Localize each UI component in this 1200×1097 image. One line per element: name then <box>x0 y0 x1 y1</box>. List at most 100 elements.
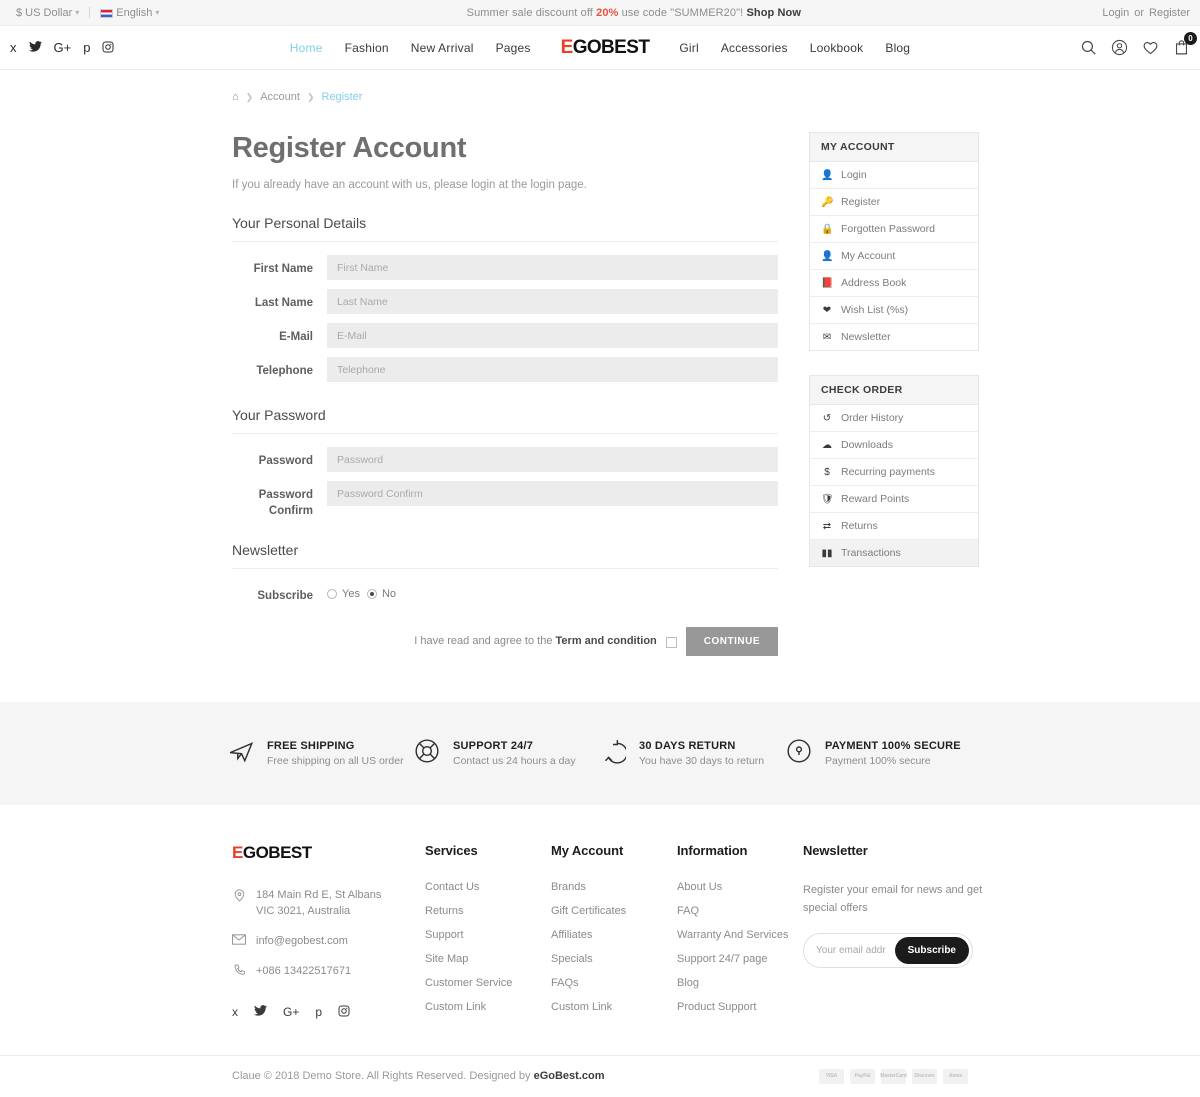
sidebar-item-label: Recurring payments <box>841 466 935 478</box>
footer-link[interactable]: Contact Us <box>425 881 551 893</box>
instagram-icon[interactable] <box>338 1005 350 1020</box>
nav-item-fashion[interactable]: Fashion <box>345 41 389 55</box>
footer-link[interactable]: Returns <box>425 905 551 917</box>
flag-icon <box>100 9 113 18</box>
radio-no-indicator[interactable] <box>367 589 377 599</box>
footer-link[interactable]: Specials <box>551 953 677 965</box>
nav-item-new-arrival[interactable]: New Arrival <box>411 41 474 55</box>
password-confirm-input[interactable] <box>327 481 778 506</box>
footer-email-text[interactable]: info@egobest.com <box>256 933 348 950</box>
footer-link[interactable]: About Us <box>677 881 803 893</box>
footer-link[interactable]: Custom Link <box>425 1001 551 1013</box>
designer-link[interactable]: eGoBest.com <box>534 1070 605 1082</box>
pinterest-icon[interactable]: p <box>315 1005 322 1020</box>
nav-item-accessories[interactable]: Accessories <box>721 41 788 55</box>
sidebar-item-reward-points[interactable]: 🛡 Reward Points <box>810 486 978 513</box>
sidebar-item-downloads[interactable]: ☁ Downloads <box>810 432 978 459</box>
password-input[interactable] <box>327 447 778 472</box>
sidebar-item-label: Register <box>841 196 880 208</box>
nav-item-lookbook[interactable]: Lookbook <box>810 41 864 55</box>
currency-selector[interactable]: $ US Dollar ▾ <box>10 7 85 19</box>
footer-column-information: Information About Us FAQ Warranty And Se… <box>677 843 803 1025</box>
account-icon[interactable] <box>1111 39 1128 56</box>
wishlist-heart-icon[interactable] <box>1142 39 1159 56</box>
language-selector[interactable]: English ▾ <box>94 7 165 19</box>
search-icon[interactable] <box>1080 39 1097 56</box>
breadcrumb-item-account[interactable]: Account <box>260 91 300 103</box>
nav-item-blog[interactable]: Blog <box>885 41 910 55</box>
footer-link[interactable]: FAQ <box>677 905 803 917</box>
nav-item-girl[interactable]: Girl <box>679 41 698 55</box>
pinterest-icon[interactable]: p <box>83 41 90 54</box>
dollar-icon: $ <box>821 467 833 478</box>
service-text: FREE SHIPPING Free shipping on all US or… <box>267 740 404 767</box>
newsletter-form: Subscribe <box>803 933 973 968</box>
footer-link[interactable]: Custom Link <box>551 1001 677 1013</box>
email-input[interactable] <box>327 323 778 348</box>
envelope-icon <box>232 933 246 951</box>
radio-yes-indicator[interactable] <box>327 589 337 599</box>
footer-link[interactable]: Product Support <box>677 1001 803 1013</box>
instagram-icon[interactable] <box>102 41 114 55</box>
footer-link[interactable]: Support <box>425 929 551 941</box>
twitter-icon[interactable] <box>29 41 42 54</box>
sidebar-item-forgotten-password[interactable]: 🔒 Forgotten Password <box>810 216 978 243</box>
service-free-shipping: FREE SHIPPING Free shipping on all US or… <box>228 738 414 769</box>
site-logo[interactable]: EGOBEST <box>561 37 650 59</box>
continue-button[interactable]: CONTINUE <box>686 627 778 656</box>
sidebar-item-wish-list[interactable]: ❤ Wish List (%s) <box>810 297 978 324</box>
sidebar-item-register[interactable]: 🔑 Register <box>810 189 978 216</box>
site-footer: EGOBEST 184 Main Rd E, St Albans VIC 302… <box>0 805 1200 1025</box>
footer-link[interactable]: Affiliates <box>551 929 677 941</box>
footer-logo-rest: GOBEST <box>243 843 312 862</box>
terms-link[interactable]: Term and condition <box>556 635 657 647</box>
nav-item-pages[interactable]: Pages <box>496 41 531 55</box>
promo-prefix: Summer sale discount off <box>467 7 596 19</box>
footer-link[interactable]: Warranty And Services <box>677 929 803 941</box>
sidebar-item-returns[interactable]: ⇄ Returns <box>810 513 978 540</box>
sidebar-item-recurring-payments[interactable]: $ Recurring payments <box>810 459 978 486</box>
home-icon[interactable]: ⌂ <box>232 91 239 103</box>
footer-link[interactable]: Blog <box>677 977 803 989</box>
shop-now-link[interactable]: Shop Now <box>746 7 801 19</box>
sidebar-item-order-history[interactable]: ↺ Order History <box>810 405 978 432</box>
sidebar-item-newsletter[interactable]: ✉ Newsletter <box>810 324 978 350</box>
footer-link[interactable]: FAQs <box>551 977 677 989</box>
sidebar-item-my-account[interactable]: 👤 My Account <box>810 243 978 270</box>
sidebar-item-transactions[interactable]: ▮▮ Transactions <box>810 540 978 566</box>
subscribe-button[interactable]: Subscribe <box>895 937 969 964</box>
login-link[interactable]: Login <box>1102 7 1129 19</box>
footer-link[interactable]: Site Map <box>425 953 551 965</box>
nav-item-home[interactable]: Home <box>290 41 323 55</box>
footer-logo[interactable]: EGOBEST <box>232 843 425 863</box>
currency-label: $ US Dollar <box>16 7 72 19</box>
first-name-input[interactable] <box>327 255 778 280</box>
cart-icon[interactable]: 0 <box>1173 39 1190 56</box>
last-name-input[interactable] <box>327 289 778 314</box>
telephone-input[interactable] <box>327 357 778 382</box>
footer-link[interactable]: Gift Certificates <box>551 905 677 917</box>
agree-prefix: I have read and agree to the <box>414 635 555 647</box>
password-confirm-label: Password Confirm <box>232 481 327 519</box>
google-plus-icon[interactable]: G+ <box>283 1005 299 1020</box>
subscribe-no-option[interactable]: No <box>367 588 396 600</box>
footer-link[interactable]: Customer Service <box>425 977 551 989</box>
promo-message: Summer sale discount off 20% use code "S… <box>165 7 1102 19</box>
footer-link[interactable]: Support 24/7 page <box>677 953 803 965</box>
facebook-icon[interactable]: x <box>232 1005 238 1020</box>
agree-checkbox[interactable] <box>666 637 677 648</box>
sidebar-item-login[interactable]: 👤 Login <box>810 162 978 189</box>
twitter-icon[interactable] <box>254 1005 267 1020</box>
lifebuoy-icon <box>414 738 440 769</box>
personal-details-heading: Your Personal Details <box>232 215 778 242</box>
subscribe-yes-option[interactable]: Yes <box>327 588 360 600</box>
sidebar-item-address-book[interactable]: 📕 Address Book <box>810 270 978 297</box>
register-link[interactable]: Register <box>1149 7 1190 19</box>
book-icon: 📕 <box>821 278 833 289</box>
history-icon: ↺ <box>821 413 833 424</box>
newsletter-email-input[interactable] <box>807 945 895 956</box>
footer-link[interactable]: Brands <box>551 881 677 893</box>
google-plus-icon[interactable]: G+ <box>54 41 72 54</box>
facebook-icon[interactable]: x <box>10 41 17 54</box>
main-content: Register Account If you already have an … <box>0 103 1200 656</box>
